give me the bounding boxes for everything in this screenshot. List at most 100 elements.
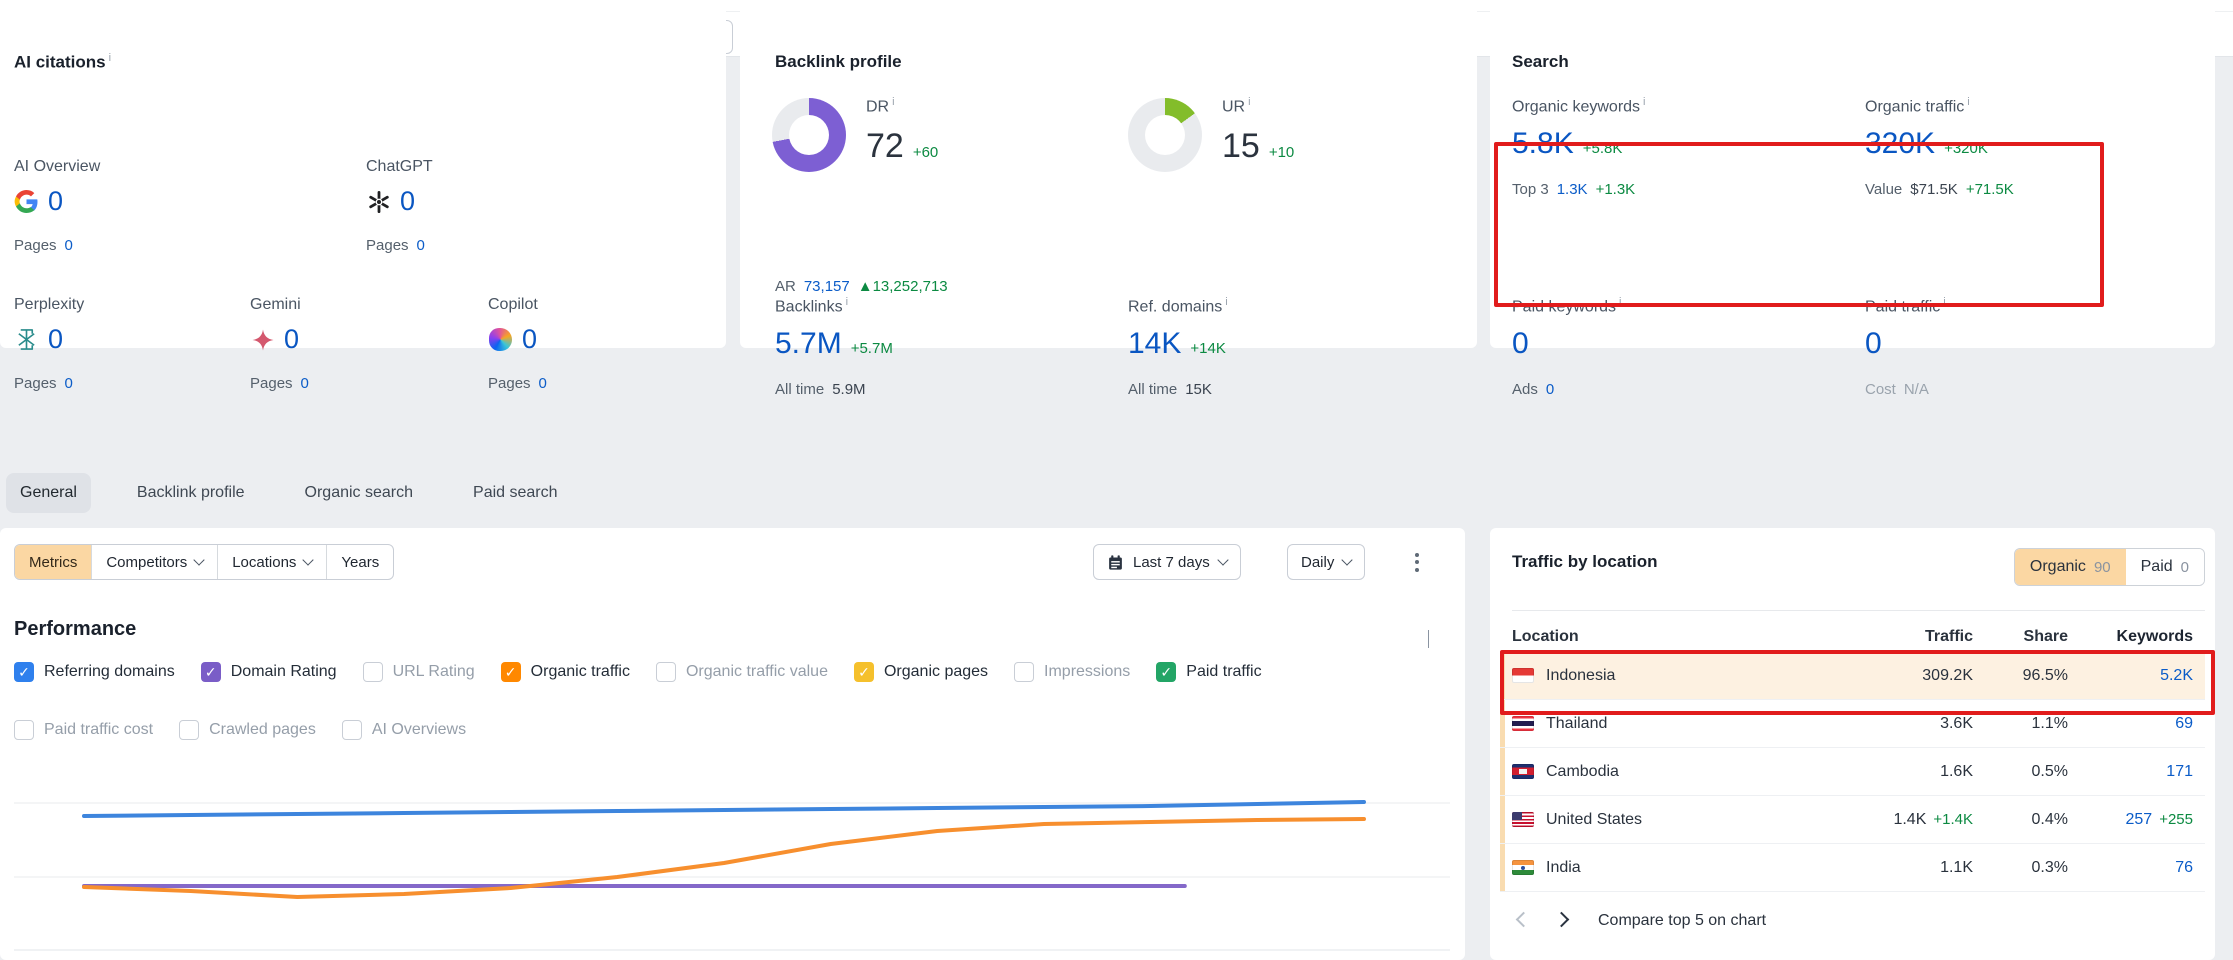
checkbox-paid-traffic-cost[interactable]: ✓Paid traffic cost bbox=[14, 720, 153, 740]
toggle-organic[interactable]: Organic 90 bbox=[2015, 549, 2126, 585]
info-icon[interactable]: i bbox=[846, 296, 848, 308]
ref-domains-block: Ref. domainsi 14K +14K All time 15K bbox=[1128, 296, 1228, 398]
date-range-button[interactable]: Last 7 days bbox=[1093, 544, 1241, 580]
paid-keywords-value[interactable]: 0 bbox=[1512, 329, 1529, 359]
pages-link[interactable]: 0 bbox=[301, 375, 309, 392]
perplexity-icon bbox=[14, 327, 39, 352]
dr-value: 72 bbox=[866, 129, 904, 163]
chevron-up-icon bbox=[1428, 630, 1429, 648]
info-icon[interactable]: i bbox=[1943, 296, 1945, 308]
checkbox-organic-pages[interactable]: ✓Organic pages bbox=[854, 662, 988, 682]
table-row-indonesia[interactable]: Indonesia 309.2K 96.5% 5.2K bbox=[1500, 652, 2205, 700]
checkbox-impressions[interactable]: ✓Impressions bbox=[1014, 662, 1130, 682]
organic-keywords-delta: +5.8K bbox=[1583, 140, 1623, 157]
table-footer: Compare top 5 on chart bbox=[1512, 910, 1766, 932]
gemini-value: 0 bbox=[284, 326, 299, 353]
ref-domains-delta: +14K bbox=[1190, 340, 1225, 357]
ur-donut bbox=[1128, 98, 1202, 172]
segment-metrics[interactable]: Metrics bbox=[15, 545, 91, 579]
openai-icon bbox=[366, 189, 391, 214]
organic-traffic-value[interactable]: 320K bbox=[1865, 129, 1935, 159]
google-icon bbox=[14, 189, 39, 214]
keywords-link[interactable]: 171 bbox=[2166, 763, 2193, 780]
granularity-button[interactable]: Daily bbox=[1287, 544, 1365, 580]
chatgpt-block: ChatGPT 0 Pages 0 bbox=[366, 158, 433, 254]
metric-checkbox-row-1: ✓Referring domains ✓Domain Rating ✓URL R… bbox=[14, 662, 1262, 682]
backlinks-value[interactable]: 5.7M bbox=[775, 329, 842, 359]
ads-link[interactable]: 0 bbox=[1546, 381, 1554, 398]
paid-traffic-block: Paid traffici 0 Cost N/A bbox=[1865, 296, 1946, 398]
ar-delta: ▲13,252,713 bbox=[858, 278, 948, 295]
backlinks-delta: +5.7M bbox=[851, 340, 893, 357]
info-icon[interactable]: i bbox=[1643, 96, 1645, 108]
tab-general[interactable]: General bbox=[6, 473, 91, 513]
segment-competitors[interactable]: Competitors bbox=[91, 545, 217, 579]
organic-traffic-block: Organic traffici 320K +320K Value $71.5K… bbox=[1865, 96, 2014, 198]
info-icon[interactable]: i bbox=[892, 96, 894, 108]
ar-link[interactable]: 73,157 bbox=[804, 278, 850, 295]
pages-link[interactable]: 0 bbox=[65, 237, 73, 254]
info-icon[interactable]: i bbox=[109, 52, 111, 64]
pages-link[interactable]: 0 bbox=[65, 375, 73, 392]
table-row-india[interactable]: India 1.1K 0.3% 76 bbox=[1500, 844, 2205, 892]
segment-years[interactable]: Years bbox=[326, 545, 393, 579]
organic-keywords-value[interactable]: 5.8K bbox=[1512, 129, 1574, 159]
ai-overview-value: 0 bbox=[48, 188, 63, 215]
checkbox-crawled-pages[interactable]: ✓Crawled pages bbox=[179, 720, 316, 740]
backlink-profile-title: Backlink profile bbox=[775, 52, 902, 72]
toggle-paid[interactable]: Paid 0 bbox=[2126, 549, 2204, 585]
previous-page-button[interactable] bbox=[1512, 910, 1534, 932]
search-card: Search Organic keywordsi 5.8K +5.8K Top … bbox=[1490, 0, 2215, 348]
info-icon[interactable]: i bbox=[1619, 296, 1621, 308]
thailand-flag-icon bbox=[1512, 716, 1534, 731]
cost-value: N/A bbox=[1904, 381, 1929, 398]
checkbox-referring-domains[interactable]: ✓Referring domains bbox=[14, 662, 175, 682]
table-row-united-states[interactable]: United States 1.4K+1.4K 0.4% 257+255 bbox=[1500, 796, 2205, 844]
info-icon[interactable]: i bbox=[1225, 296, 1227, 308]
table-row-cambodia[interactable]: Cambodia 1.6K 0.5% 171 bbox=[1500, 748, 2205, 796]
copilot-block: Copilot 0 Pages 0 bbox=[488, 296, 547, 392]
location-table-body: Indonesia 309.2K 96.5% 5.2K Thailand 3.6… bbox=[1500, 652, 2205, 892]
info-icon[interactable]: i bbox=[1248, 96, 1250, 108]
next-page-button[interactable] bbox=[1550, 910, 1572, 932]
location-table-header: Location Traffic Share Keywords bbox=[1512, 622, 2205, 652]
pages-link[interactable]: 0 bbox=[417, 237, 425, 254]
keywords-link[interactable]: 257 bbox=[2126, 811, 2153, 828]
chevron-down-icon bbox=[303, 554, 314, 565]
traffic-value-amount: $71.5K bbox=[1910, 181, 1958, 198]
collapse-section-button[interactable] bbox=[1424, 626, 1433, 652]
metric-checkbox-row-2: ✓Paid traffic cost ✓Crawled pages ✓AI Ov… bbox=[14, 720, 466, 740]
ai-citations-card: AI citationsi AI Overview 0 Pages 0 Chat… bbox=[0, 0, 726, 348]
ai-citations-title: AI citationsi bbox=[14, 52, 111, 73]
ur-block: URi 15 +10 bbox=[1222, 96, 1294, 163]
checkbox-domain-rating[interactable]: ✓Domain Rating bbox=[201, 662, 337, 682]
tab-backlink-profile[interactable]: Backlink profile bbox=[123, 473, 259, 513]
ref-domains-value[interactable]: 14K bbox=[1128, 329, 1181, 359]
table-row-thailand[interactable]: Thailand 3.6K 1.1% 69 bbox=[1500, 700, 2205, 748]
dr-delta: +60 bbox=[913, 144, 938, 161]
chevron-down-icon bbox=[1217, 554, 1228, 565]
more-options-kebab-icon[interactable] bbox=[1404, 544, 1430, 580]
info-icon[interactable]: i bbox=[1967, 96, 1969, 108]
checkbox-ai-overviews[interactable]: ✓AI Overviews bbox=[342, 720, 466, 740]
perplexity-value: 0 bbox=[48, 326, 63, 353]
checkbox-organic-traffic[interactable]: ✓Organic traffic bbox=[501, 662, 630, 682]
ref-domains-alltime: 15K bbox=[1185, 381, 1212, 398]
backlinks-alltime: 5.9M bbox=[832, 381, 865, 398]
top3-link[interactable]: 1.3K bbox=[1557, 181, 1588, 198]
pages-link[interactable]: 0 bbox=[539, 375, 547, 392]
checkbox-organic-traffic-value[interactable]: ✓Organic traffic value bbox=[656, 662, 828, 682]
segment-locations[interactable]: Locations bbox=[217, 545, 326, 579]
compare-top5-label[interactable]: Compare top 5 on chart bbox=[1598, 912, 1766, 930]
keywords-link[interactable]: 76 bbox=[2175, 859, 2193, 876]
perplexity-block: Perplexity 0 Pages 0 bbox=[14, 296, 84, 392]
checkbox-paid-traffic[interactable]: ✓Paid traffic bbox=[1156, 662, 1261, 682]
keywords-link[interactable]: 5.2K bbox=[2160, 667, 2193, 684]
keywords-link[interactable]: 69 bbox=[2175, 715, 2193, 732]
tab-organic-search[interactable]: Organic search bbox=[291, 473, 428, 513]
tab-paid-search[interactable]: Paid search bbox=[459, 473, 572, 513]
paid-keywords-block: Paid keywordsi 0 Ads 0 bbox=[1512, 296, 1622, 398]
checkbox-url-rating[interactable]: ✓URL Rating bbox=[363, 662, 475, 682]
paid-traffic-value[interactable]: 0 bbox=[1865, 329, 1882, 359]
chevron-left-icon bbox=[1515, 911, 1531, 927]
